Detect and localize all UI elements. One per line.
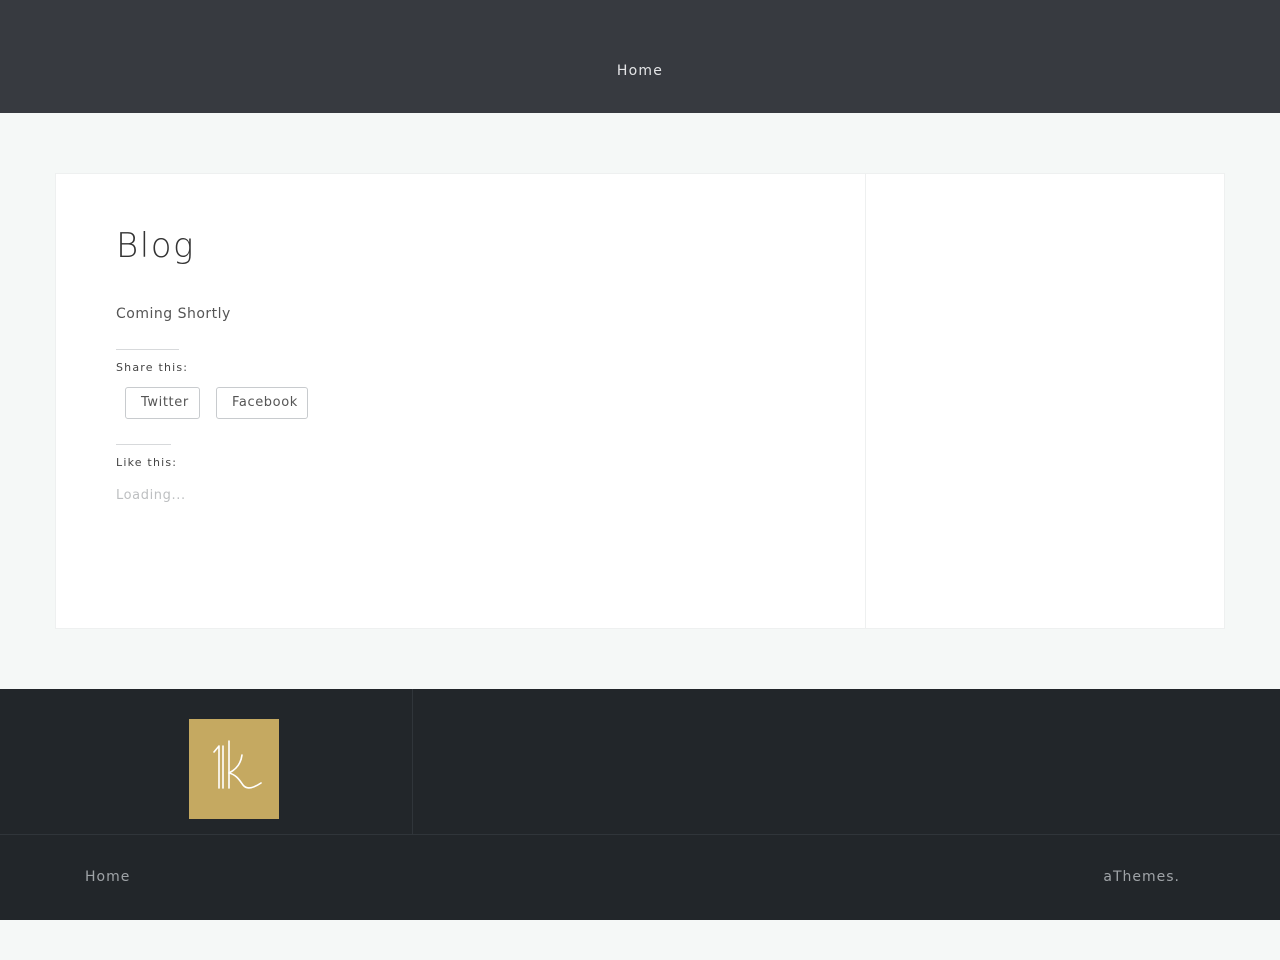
nav-link-home[interactable]: Home [617, 63, 663, 79]
share-twitter-button[interactable]: Twitter [125, 387, 200, 419]
main-navigation: Home [0, 60, 1280, 79]
footer-widgets [0, 689, 1280, 834]
likes-loading-status: Loading... [116, 488, 186, 503]
share-divider [116, 349, 179, 350]
footer-nav-home[interactable]: Home [85, 869, 130, 885]
share-facebook-button[interactable]: Facebook [216, 387, 308, 419]
share-heading: Share this: [116, 361, 189, 374]
like-divider [116, 444, 171, 445]
post-content-card: Blog Coming Shortly Share this: Twitter … [55, 173, 866, 629]
site-header: Home [0, 0, 1280, 113]
page-title: Blog [116, 226, 195, 266]
like-heading: Like this: [116, 456, 178, 469]
sidebar [866, 173, 1225, 629]
site-footer: Home aThemes. [0, 834, 1280, 920]
k-monogram-logo-svg [213, 740, 262, 789]
post-body-text: Coming Shortly [116, 306, 231, 322]
footer-credit-link[interactable]: aThemes. [1103, 869, 1180, 885]
footer-column-divider [412, 689, 413, 834]
k-monogram-logo-icon[interactable] [189, 719, 279, 819]
